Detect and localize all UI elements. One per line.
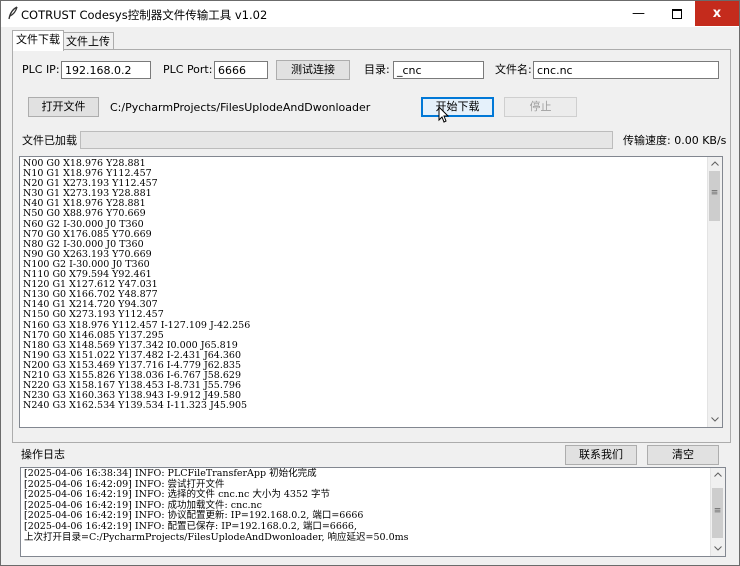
chevron-down-icon[interactable] xyxy=(708,413,722,427)
log-text-area[interactable]: [2025-04-06 16:38:34] INFO: PLCFileTrans… xyxy=(20,467,726,557)
log-scroll-thumb[interactable]: ≡ xyxy=(712,488,723,538)
filename-input[interactable]: cnc.nc xyxy=(533,61,719,79)
app-window: COTRUST Codesys控制器文件传输工具 v1.02 — x 文件下载 … xyxy=(0,0,740,566)
contact-us-button[interactable]: 联系我们 xyxy=(565,445,637,465)
chevron-down-icon[interactable] xyxy=(711,542,725,556)
log-scrollbar[interactable]: ≡ xyxy=(710,468,725,556)
progress-label: 文件已加载 xyxy=(22,134,77,147)
download-panel: PLC IP: 192.168.0.2 PLC Port: 6666 测试连接 … xyxy=(12,49,731,443)
grip-icon: ≡ xyxy=(710,188,719,198)
clear-log-button[interactable]: 清空 xyxy=(647,445,719,465)
minimize-button[interactable]: — xyxy=(620,1,657,26)
log-label: 操作日志 xyxy=(21,448,65,461)
grip-icon: ≡ xyxy=(713,506,722,516)
close-button[interactable]: x xyxy=(695,1,739,26)
feather-icon xyxy=(7,6,21,20)
gcode-text-area[interactable]: N00 G0 X18.976 Y28.881 N10 G1 X18.976 Y11… xyxy=(19,156,723,428)
mouse-cursor-icon xyxy=(438,106,450,123)
log-lines: [2025-04-06 16:38:34] INFO: PLCFileTrans… xyxy=(24,468,409,543)
directory-input[interactable]: _cnc xyxy=(393,61,484,79)
plc-ip-label: PLC IP: xyxy=(22,63,60,76)
plc-ip-input[interactable]: 192.168.0.2 xyxy=(61,61,151,79)
plc-port-input[interactable]: 6666 xyxy=(214,61,268,79)
tab-download[interactable]: 文件下载 xyxy=(12,30,64,51)
filename-label: 文件名: xyxy=(495,63,532,76)
log-line: 上次打开目录=C:/PycharmProjects/FilesUplodeAnd… xyxy=(24,531,409,543)
maximize-icon xyxy=(671,8,682,19)
progress-bar xyxy=(80,131,613,149)
file-path-text: C:/PycharmProjects/FilesUplodeAndDwonloa… xyxy=(110,101,371,114)
chevron-up-icon[interactable] xyxy=(711,468,725,482)
transfer-speed-text: 传输速度: 0.00 KB/s xyxy=(623,134,727,147)
window-title: COTRUST Codesys控制器文件传输工具 v1.02 xyxy=(21,8,268,22)
test-connection-button[interactable]: 测试连接 xyxy=(276,60,350,80)
gcode-scroll-thumb[interactable]: ≡ xyxy=(709,171,720,221)
log-line: [2025-04-06 16:42:19] INFO: 配置已保存: IP=19… xyxy=(24,520,357,532)
minimize-icon: — xyxy=(632,6,645,21)
maximize-button[interactable] xyxy=(658,1,695,26)
open-file-button[interactable]: 打开文件 xyxy=(28,97,99,117)
gcode-line: N240 G3 X162.534 Y139.534 I-11.323 J45.9… xyxy=(23,400,248,412)
plc-port-label: PLC Port: xyxy=(163,63,213,76)
start-download-button[interactable]: 开始下载 xyxy=(421,97,494,117)
gcode-line: N150 G0 X273.193 Y112.457 xyxy=(23,309,164,321)
gcode-lines: N00 G0 X18.976 Y28.881 N10 G1 X18.976 Y11… xyxy=(23,158,250,412)
gcode-scrollbar[interactable]: ≡ xyxy=(707,157,722,427)
log-line: [2025-04-06 16:38:34] INFO: PLCFileTrans… xyxy=(24,468,317,479)
stop-button[interactable]: 停止 xyxy=(504,97,577,117)
tab-upload[interactable]: 文件上传 xyxy=(62,32,114,50)
directory-label: 目录: xyxy=(364,63,390,76)
chevron-up-icon[interactable] xyxy=(708,157,722,171)
close-icon: x xyxy=(712,6,722,21)
title-bar: COTRUST Codesys控制器文件传输工具 v1.02 — x xyxy=(1,1,739,27)
